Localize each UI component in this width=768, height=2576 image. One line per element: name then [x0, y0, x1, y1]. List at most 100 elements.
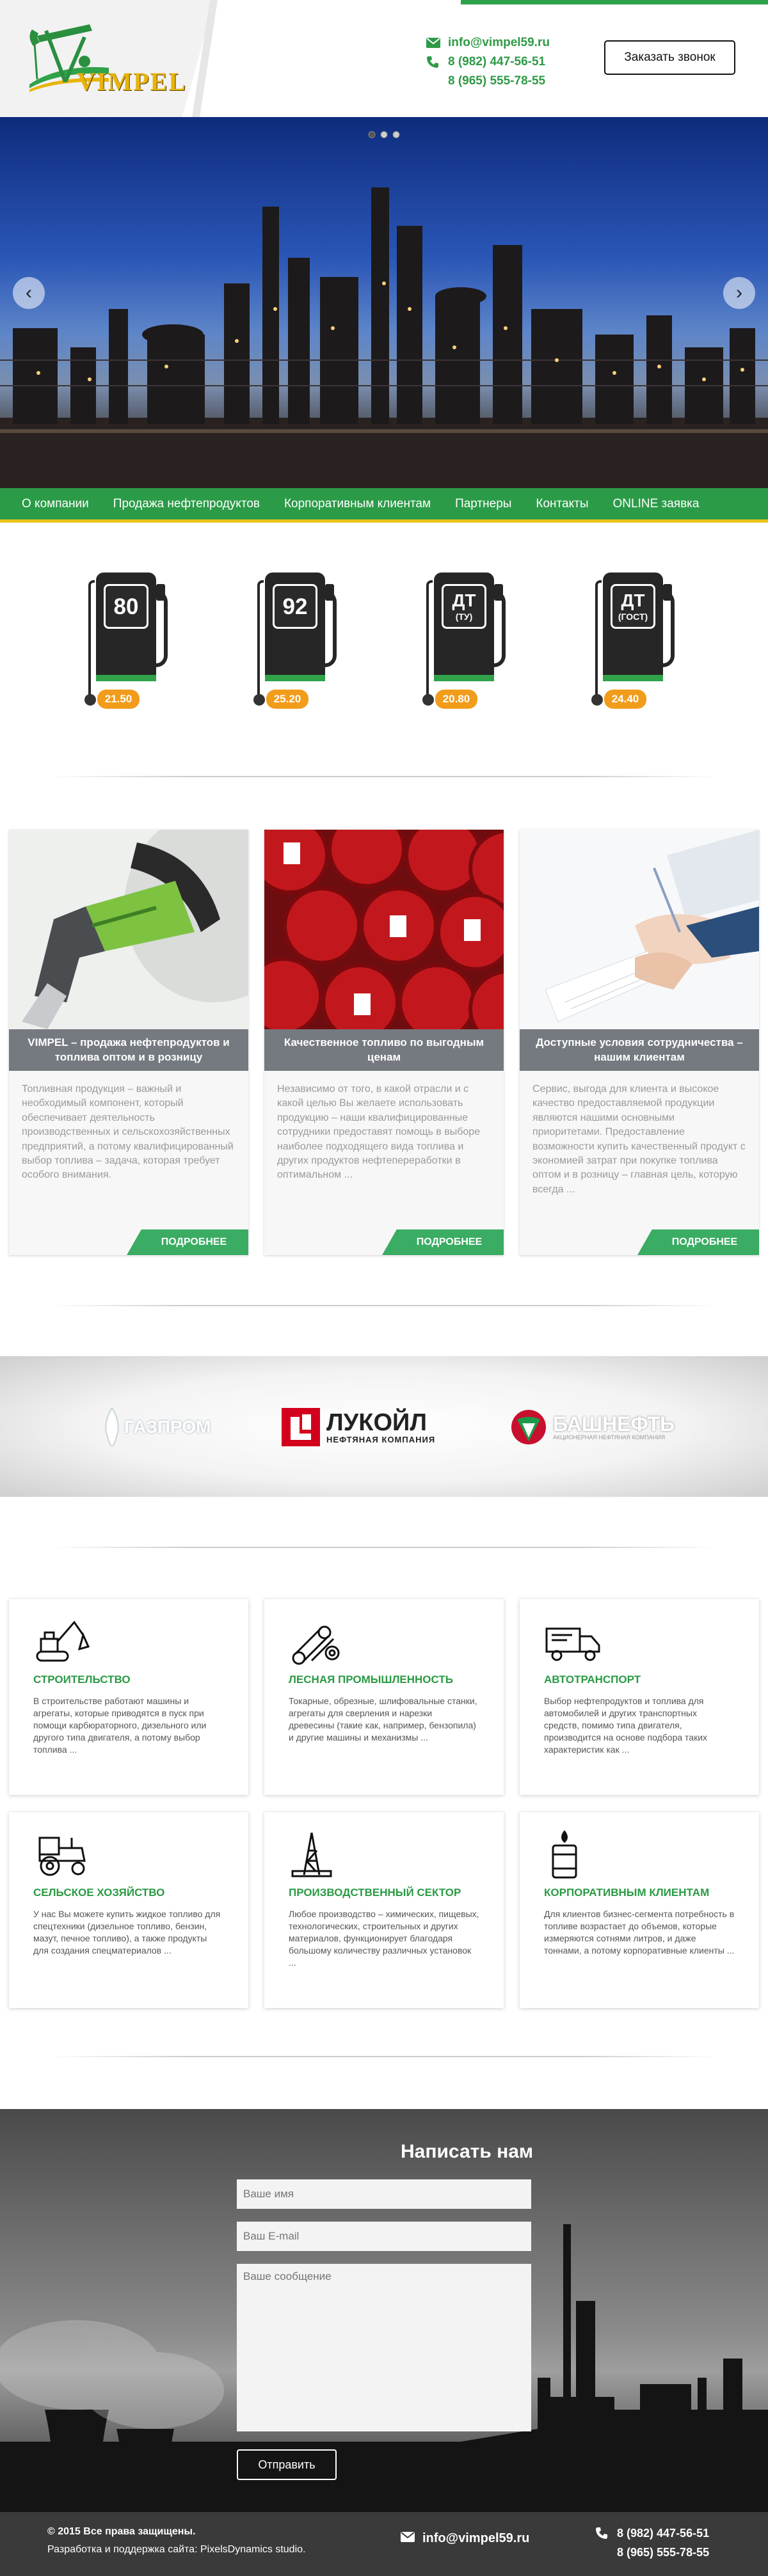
chevron-right-icon: ›: [736, 282, 742, 303]
order-call-button[interactable]: Заказать звонок: [604, 40, 735, 75]
header-email[interactable]: info@vimpel59.ru: [448, 36, 550, 50]
partner-name: БАШНЕФТЬ: [553, 1412, 675, 1435]
phone-icon: [426, 56, 448, 68]
bashneft-logo[interactable]: БАШНЕФТЬ АКЦИОНЕРНАЯ НЕФТЯНАЯ КОМПАНИЯ: [509, 1403, 675, 1451]
fuel-pump-screen: 92: [273, 584, 317, 629]
sector-card[interactable]: ЛЕСНАЯ ПРОМЫШЛЕННОСТЬ Токарные, обрезные…: [264, 1599, 504, 1795]
name-input[interactable]: [237, 2179, 531, 2209]
fuel-pump-knob: [422, 694, 434, 706]
feature-card: Доступные условия сотрудничества – нашим…: [520, 830, 759, 1255]
feature-card-text: Сервис, выгода для клиента и высокое кач…: [532, 1084, 746, 1195]
industry-sectors: СТРОИТЕЛЬСТВО В строительстве работают м…: [9, 1599, 759, 2009]
header-phone-2[interactable]: 8 (965) 555-78-55: [448, 74, 545, 88]
contact-heading: Написать нам: [401, 2141, 534, 2162]
slider-next-button[interactable]: ›: [723, 277, 755, 309]
slider-dot-3[interactable]: [392, 131, 400, 138]
footer-email[interactable]: info@vimpel59.ru: [422, 2531, 529, 2546]
bashneft-emblem-icon: [511, 1410, 546, 1444]
truck-icon: [544, 1616, 735, 1673]
sector-card[interactable]: ПРОИЗВОДСТВЕННЫЙ СЕКТОР Любое производст…: [264, 1812, 504, 2008]
partner-name: ГАЗПРОМ: [124, 1417, 211, 1437]
fuel-pump-92: 92 25.20: [253, 573, 349, 709]
slider-dot-2[interactable]: [380, 131, 388, 138]
fuel-pump-knob: [591, 694, 603, 706]
header-phone-row[interactable]: 8 (982) 447-56-51: [426, 52, 550, 72]
fuel-pump-screen: ДТ (ГОСТ): [611, 584, 655, 629]
fuel-price: 21.50: [97, 690, 140, 709]
fuel-pump-dt-tu: ДТ (ТУ) 20.80: [422, 573, 518, 709]
send-button[interactable]: Отправить: [237, 2449, 337, 2480]
sector-title: ПРОИЗВОДСТВЕННЫЙ СЕКТОР: [289, 1886, 461, 1899]
fuel-pump-pipe: [88, 580, 95, 699]
sector-card[interactable]: АВТОТРАНСПОРТ Выбор нефтепродуктов и топ…: [520, 1599, 759, 1795]
sector-text: У нас Вы можете купить жидкое топливо дл…: [33, 1909, 221, 1956]
feature-card-text: Независимо от того, в какой отрасли и с …: [277, 1084, 481, 1181]
gazprom-logo[interactable]: ГАЗПРОМ: [102, 1403, 211, 1451]
fuel-pump-knob: [253, 694, 265, 706]
footer-phone-1[interactable]: 8 (982) 447-56-51: [617, 2527, 709, 2540]
partners-strip: ГАЗПРОМ ЛУКОЙЛ НЕФТЯНАЯ КОМПАНИЯ БАШНЕФТ…: [0, 1356, 768, 1497]
site-logo[interactable]: VIMPEL: [26, 18, 211, 98]
header-phone-row-2[interactable]: 8 (965) 555-78-55: [426, 72, 550, 91]
footer-phones: 8 (982) 447-56-51 8 (965) 555-78-55: [595, 2524, 709, 2562]
slider-dots: [368, 131, 400, 138]
footer-phone-2[interactable]: 8 (965) 555-78-55: [617, 2546, 709, 2559]
excavator-icon: [33, 1616, 224, 1673]
fuel-pump-hose: [658, 590, 675, 667]
fuel-grade-sub: (ГОСТ): [618, 611, 648, 622]
nav-item-corporate[interactable]: Корпоративным клиентам: [284, 497, 431, 511]
footer-phone-row[interactable]: 8 (982) 447-56-51: [595, 2524, 709, 2543]
more-button[interactable]: ПОДРОБНЕЕ: [382, 1229, 504, 1255]
partner-sub: АКЦИОНЕРНАЯ НЕФТЯНАЯ КОМПАНИЯ: [553, 1434, 666, 1441]
nav-item-sales[interactable]: Продажа нефтепродуктов: [113, 497, 260, 511]
fuel-pump-pipe: [257, 580, 264, 699]
feature-card-title: VIMPEL – продажа нефтепродуктов и топлив…: [9, 1029, 248, 1071]
sector-card[interactable]: СЕЛЬСКОЕ ХОЗЯЙСТВО У нас Вы можете купит…: [9, 1812, 248, 2008]
fuel-pump-nozzle: [325, 584, 334, 601]
sector-text: Токарные, обрезные, шлифовальные станки,…: [289, 1696, 477, 1742]
copyright-text: © 2015 Все права защищены.: [47, 2526, 196, 2537]
lukoil-emblem-icon: [282, 1408, 320, 1446]
developer-credit: Разработка и поддержка сайта: PixelsDyna…: [47, 2544, 306, 2555]
partner-name: ЛУКОЙЛ: [326, 1409, 428, 1436]
fuel-pump-pipe: [595, 580, 602, 699]
site-footer: © 2015 Все права защищены. Разработка и …: [0, 2512, 768, 2576]
section-divider: [51, 1547, 717, 1548]
section-divider: [51, 776, 717, 777]
fuel-grade-sub: (ТУ): [455, 611, 473, 622]
nav-item-about[interactable]: О компании: [22, 497, 89, 511]
lukoil-logo[interactable]: ЛУКОЙЛ НЕФТЯНАЯ КОМПАНИЯ: [282, 1403, 435, 1451]
fuel-pump-hose: [489, 590, 506, 667]
footer-phone-row-2[interactable]: 8 (965) 555-78-55: [595, 2543, 709, 2562]
oil-barrels-photo: [264, 830, 504, 1029]
feature-card-title: Качественное топливо по выгодным ценам: [264, 1029, 504, 1071]
footer-email-row[interactable]: info@vimpel59.ru: [401, 2531, 529, 2546]
flame-icon: [105, 1408, 119, 1446]
contact-section: Написать нам Отправить: [0, 2109, 768, 2512]
feature-cards: VIMPEL – продажа нефтепродуктов и топлив…: [9, 830, 759, 1255]
header-phone-1[interactable]: 8 (982) 447-56-51: [448, 55, 545, 69]
sector-card[interactable]: СТРОИТЕЛЬСТВО В строительстве работают м…: [9, 1599, 248, 1795]
fuel-price: 24.40: [604, 690, 646, 709]
feature-card-title: Доступные условия сотрудничества – нашим…: [520, 1029, 759, 1071]
more-button[interactable]: ПОДРОБНЕЕ: [637, 1229, 759, 1255]
sector-card[interactable]: КОРПОРАТИВНЫМ КЛИЕНТАМ Для клиентов бизн…: [520, 1812, 759, 2008]
email-input[interactable]: [237, 2222, 531, 2251]
message-textarea[interactable]: [237, 2264, 531, 2431]
sector-title: СЕЛЬСКОЕ ХОЗЯЙСТВО: [33, 1886, 165, 1899]
slider-dot-1[interactable]: [368, 131, 376, 138]
slider-prev-button[interactable]: ‹: [13, 277, 45, 309]
fuel-grade: 80: [113, 594, 139, 619]
nav-item-online-order[interactable]: ONLINE заявка: [613, 497, 700, 511]
fuel-pump-icon: ДТ (ТУ): [434, 573, 494, 681]
fuel-pump-hose: [320, 590, 337, 667]
sector-title: КОРПОРАТИВНЫМ КЛИЕНТАМ: [544, 1886, 710, 1899]
more-button[interactable]: ПОДРОБНЕЕ: [127, 1229, 248, 1255]
envelope-icon: [426, 38, 448, 48]
fuel-pump-80: 80 21.50: [84, 573, 180, 709]
fuel-pump-hose: [151, 590, 168, 667]
header-email-row[interactable]: info@vimpel59.ru: [426, 33, 550, 52]
nav-item-contacts[interactable]: Контакты: [536, 497, 588, 511]
sector-text: Для клиентов бизнес-сегмента потребность…: [544, 1909, 735, 1956]
nav-item-partners[interactable]: Партнеры: [455, 497, 511, 511]
